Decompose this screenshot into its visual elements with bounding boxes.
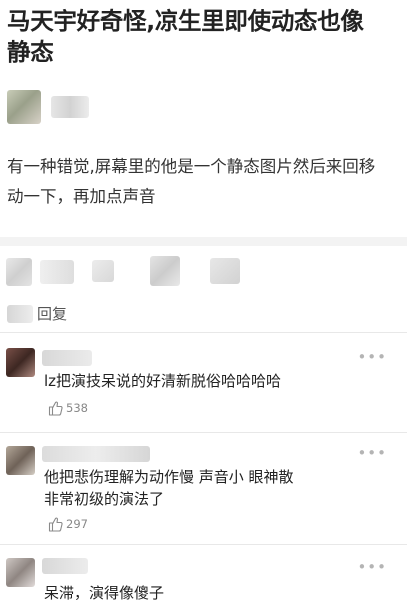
section-divider: [0, 237, 407, 246]
commenter-avatar[interactable]: [6, 446, 35, 475]
author-avatar-pixelated[interactable]: [7, 90, 41, 124]
like-count: 297: [66, 517, 88, 531]
post-title-line-1: 马天宇好奇怪,凉生里即使动态也像: [7, 7, 364, 35]
action-button-pixelated-2[interactable]: [40, 260, 74, 284]
comment-item: ••• 呆滞，演得像傻子: [0, 548, 407, 612]
comment-item: ••• 他把悲伤理解为动作慢 声音小 眼神散 非常初级的演法了 297: [0, 436, 407, 538]
commenter-avatar[interactable]: [6, 558, 35, 587]
more-dots-icon[interactable]: •••: [357, 558, 387, 576]
action-button-pixelated-3[interactable]: [92, 260, 114, 282]
post-body: 有一种错觉,屏幕里的他是一个静态图片然后来回移 动一下，再加点声音: [7, 152, 402, 212]
comment-text: 他把悲伤理解为动作慢 声音小 眼神散 非常初级的演法了: [44, 466, 294, 510]
comment-divider: [0, 432, 407, 433]
commenter-name-pixelated[interactable]: [42, 446, 150, 462]
post-title-line-2: 静态: [7, 38, 54, 66]
comment-divider: [0, 544, 407, 545]
thumbs-up-icon: [48, 401, 63, 416]
reply-header-divider: [0, 332, 407, 333]
commenter-name-pixelated[interactable]: [42, 558, 88, 574]
action-button-pixelated-4[interactable]: [150, 256, 180, 286]
thumbs-up-icon: [48, 517, 63, 532]
post-action-bar: [0, 250, 407, 290]
comment-text: lz把演技呆说的好清新脱俗哈哈哈哈: [44, 370, 281, 392]
comment-text-line: 呆滞，演得像傻子: [44, 584, 165, 602]
post-body-line-1: 有一种错觉,屏幕里的他是一个静态图片然后来回移: [7, 157, 376, 176]
comment-item: ••• lz把演技呆说的好清新脱俗哈哈哈哈 538: [0, 342, 407, 430]
comment-text-line: 非常初级的演法了: [44, 490, 165, 508]
comment-text-line: 他把悲伤理解为动作慢 声音小 眼神散: [44, 468, 294, 486]
post-author[interactable]: [7, 90, 207, 124]
action-button-pixelated-5[interactable]: [210, 258, 240, 284]
more-dots-icon[interactable]: •••: [357, 348, 387, 366]
comment-text-line: lz把演技呆说的好清新脱俗哈哈哈哈: [44, 372, 282, 390]
reply-header-label: 回复: [37, 305, 68, 323]
post-title: 马天宇好奇怪,凉生里即使动态也像 静态: [7, 6, 402, 68]
commenter-avatar[interactable]: [6, 348, 35, 377]
author-name-pixelated[interactable]: [51, 96, 89, 118]
comment-text: 呆滞，演得像傻子: [44, 582, 164, 604]
action-button-pixelated-1[interactable]: [6, 258, 32, 286]
like-count: 538: [66, 401, 88, 415]
more-dots-icon[interactable]: •••: [357, 444, 387, 462]
reply-count-pixelated: [7, 305, 33, 323]
post-body-line-2: 动一下，再加点声音: [7, 187, 156, 206]
commenter-name-pixelated[interactable]: [42, 350, 92, 366]
